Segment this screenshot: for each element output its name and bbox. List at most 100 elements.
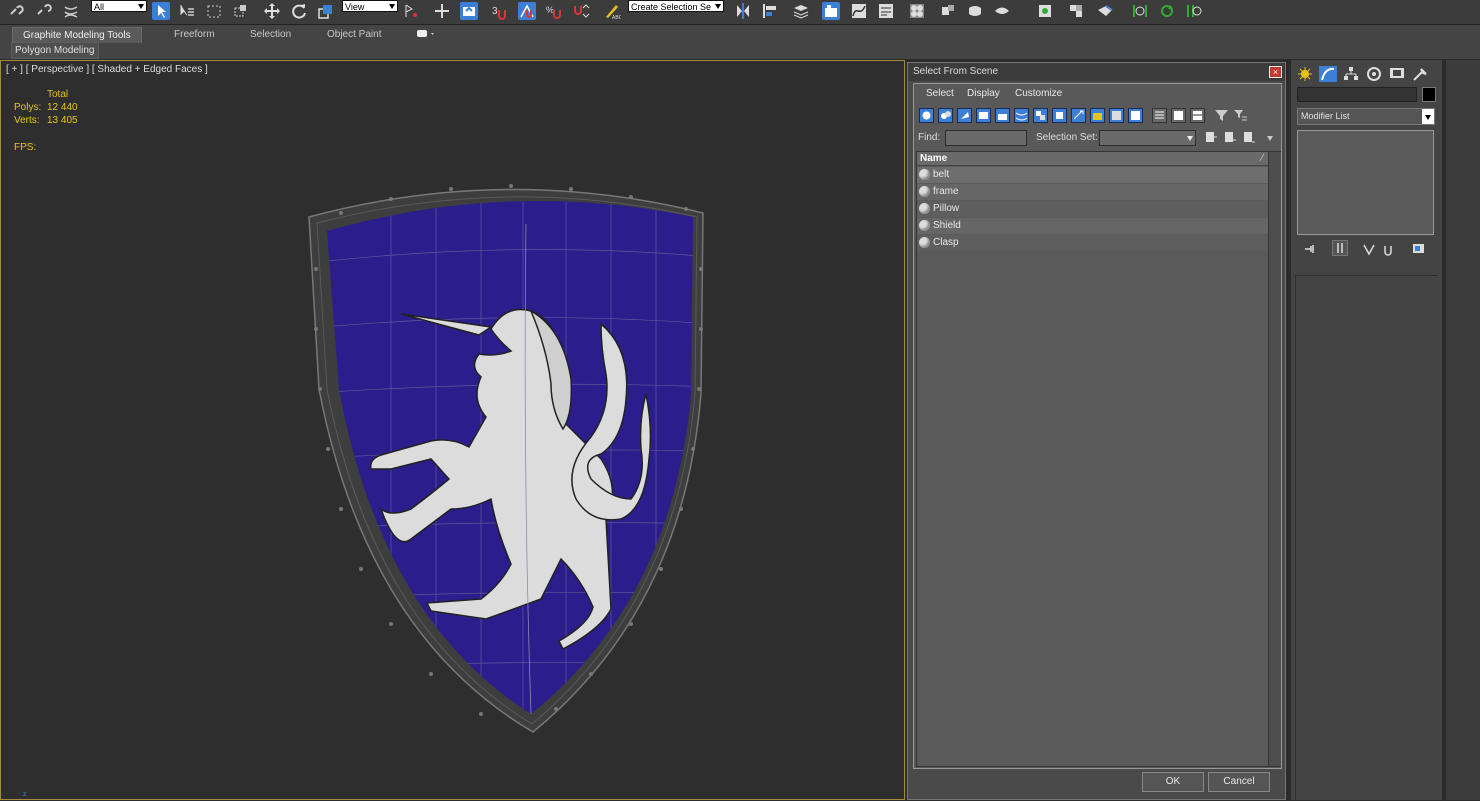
add-to-selection-set-icon[interactable]	[1223, 130, 1238, 145]
keyboard-shortcut-override-icon[interactable]	[460, 2, 478, 20]
display-helpers-icon[interactable]	[995, 108, 1010, 123]
list-item-shield[interactable]: Shield	[917, 218, 1268, 234]
select-and-rotate-icon[interactable]	[290, 2, 308, 20]
ribbon-options-icon[interactable]	[417, 29, 434, 39]
display-groups-icon[interactable]	[1033, 108, 1048, 123]
reference-coordinate-dropdown[interactable]: View	[342, 0, 398, 12]
angle-snap-icon[interactable]	[518, 2, 536, 20]
unlink-selection-icon[interactable]	[35, 2, 53, 20]
filter-icon[interactable]	[1214, 108, 1229, 123]
display-frozen-icon[interactable]	[1109, 108, 1124, 123]
modifier-list-dropdown[interactable]: Modifier List	[1297, 108, 1435, 125]
close-icon[interactable]: ×	[1269, 66, 1282, 78]
material-editor-icon[interactable]	[908, 2, 926, 20]
display-none-icon[interactable]	[1171, 108, 1186, 123]
display-lights-icon[interactable]	[957, 108, 972, 123]
display-panel-icon[interactable]	[1388, 66, 1406, 82]
display-cameras-icon[interactable]	[976, 108, 991, 123]
select-and-move-icon[interactable]	[263, 2, 281, 20]
display-hidden-icon[interactable]	[1128, 108, 1143, 123]
toolbar-overflow-icon[interactable]	[1267, 136, 1273, 141]
display-xrefs-icon[interactable]	[1052, 108, 1067, 123]
box-objects-icon[interactable]	[1067, 2, 1085, 20]
mirror-icon[interactable]	[734, 2, 752, 20]
selection-set-dropdown[interactable]	[1099, 130, 1196, 146]
configure-modifier-sets-icon[interactable]	[1411, 242, 1427, 256]
viewport-label[interactable]: [ + ] [ Perspective ] [ Shaded + Edged F…	[6, 63, 208, 76]
perspective-viewport[interactable]: [ + ] [ Perspective ] [ Shaded + Edged F…	[0, 60, 905, 800]
edit-named-selection-icon[interactable]: ABC	[603, 2, 621, 20]
list-item-belt[interactable]: belt	[917, 167, 1268, 183]
find-input[interactable]	[945, 130, 1027, 146]
display-all-icon[interactable]	[1152, 108, 1167, 123]
object-name-field[interactable]	[1297, 87, 1417, 102]
tab-object-paint[interactable]: Object Paint	[327, 27, 381, 42]
window-crossing-icon[interactable]	[232, 2, 250, 20]
dialog-title[interactable]: Select From Scene	[908, 63, 1285, 81]
create-panel-icon[interactable]	[1296, 66, 1314, 82]
filter-options-icon[interactable]	[1233, 108, 1248, 123]
tab-freeform[interactable]: Freeform	[174, 27, 215, 42]
panel-scroll-strip[interactable]	[1445, 60, 1480, 800]
menu-select[interactable]: Select	[926, 88, 954, 99]
tab-polygon-modeling[interactable]: Polygon Modeling	[11, 42, 99, 59]
remove-modifier-icon[interactable]	[1381, 242, 1395, 256]
shield-model[interactable]	[301, 179, 711, 739]
list-item-clasp[interactable]: Clasp	[917, 235, 1268, 251]
show-end-result-icon[interactable]	[1332, 240, 1348, 256]
scene-object-list[interactable]: Name ⁄ belt frame Pillow Shield Clasp	[916, 151, 1281, 767]
pin-stack-icon[interactable]	[1303, 242, 1317, 256]
set-key-filter-icon[interactable]	[1185, 2, 1203, 20]
schematic-view-icon[interactable]	[877, 2, 895, 20]
select-and-scale-icon[interactable]	[317, 2, 335, 20]
utilities-panel-icon[interactable]	[1411, 66, 1429, 82]
cancel-button[interactable]: Cancel	[1208, 772, 1270, 792]
create-selection-set-icon[interactable]	[1204, 130, 1219, 145]
animation-layers-icon[interactable]	[1131, 2, 1149, 20]
remove-from-selection-set-icon[interactable]	[1242, 130, 1257, 145]
display-geometry-icon[interactable]	[919, 108, 934, 123]
selection-filter-dropdown[interactable]: All	[91, 0, 147, 12]
modifier-stack[interactable]	[1297, 130, 1434, 235]
display-shapes-icon[interactable]	[938, 108, 953, 123]
make-unique-icon[interactable]	[1362, 242, 1376, 256]
container-icon[interactable]	[1036, 2, 1054, 20]
list-item-pillow[interactable]: Pillow	[917, 201, 1268, 217]
display-containers-icon[interactable]	[1090, 108, 1105, 123]
snaps-toggle-icon[interactable]: 3	[490, 2, 508, 20]
tab-graphite-modeling-tools[interactable]: Graphite Modeling Tools	[12, 27, 142, 43]
render-production-icon[interactable]	[993, 2, 1011, 20]
render-setup-icon[interactable]	[939, 2, 957, 20]
select-by-name-icon[interactable]	[178, 2, 196, 20]
spinner-snap-icon[interactable]	[572, 2, 590, 20]
graphite-modeling-toggle-icon[interactable]	[822, 2, 840, 20]
rectangular-selection-icon[interactable]	[205, 2, 223, 20]
hierarchy-panel-icon[interactable]	[1342, 66, 1360, 82]
object-color-swatch[interactable]	[1422, 87, 1436, 102]
name-column-header[interactable]: Name ⁄	[917, 152, 1268, 166]
modify-panel-icon[interactable]	[1319, 66, 1337, 82]
use-pivot-center-icon[interactable]	[402, 2, 420, 20]
invert-display-icon[interactable]	[1190, 108, 1205, 123]
manipulate-icon[interactable]	[433, 2, 451, 20]
restore-animation-icon[interactable]	[1158, 2, 1176, 20]
menu-display[interactable]: Display	[967, 88, 1000, 99]
menu-customize[interactable]: Customize	[1015, 88, 1062, 99]
curve-editor-icon[interactable]	[850, 2, 868, 20]
layer-manager-icon[interactable]	[792, 2, 810, 20]
tools-icon[interactable]	[1096, 2, 1114, 20]
align-icon[interactable]	[761, 2, 779, 20]
tab-selection[interactable]: Selection	[250, 27, 291, 42]
rendered-frame-window-icon[interactable]	[966, 2, 984, 20]
select-and-link-icon[interactable]	[8, 2, 26, 20]
display-bones-icon[interactable]	[1071, 108, 1086, 123]
percent-snap-icon[interactable]: %	[545, 2, 563, 20]
list-item-frame[interactable]: frame	[917, 184, 1268, 200]
ok-button[interactable]: OK	[1142, 772, 1204, 792]
list-scrollbar[interactable]	[1268, 152, 1281, 766]
named-selection-sets-dropdown[interactable]: Create Selection Se	[628, 0, 724, 12]
display-space-warps-icon[interactable]	[1014, 108, 1029, 123]
bind-to-space-warp-icon[interactable]	[62, 2, 80, 20]
select-object-icon[interactable]	[152, 2, 170, 20]
motion-panel-icon[interactable]	[1365, 66, 1383, 82]
